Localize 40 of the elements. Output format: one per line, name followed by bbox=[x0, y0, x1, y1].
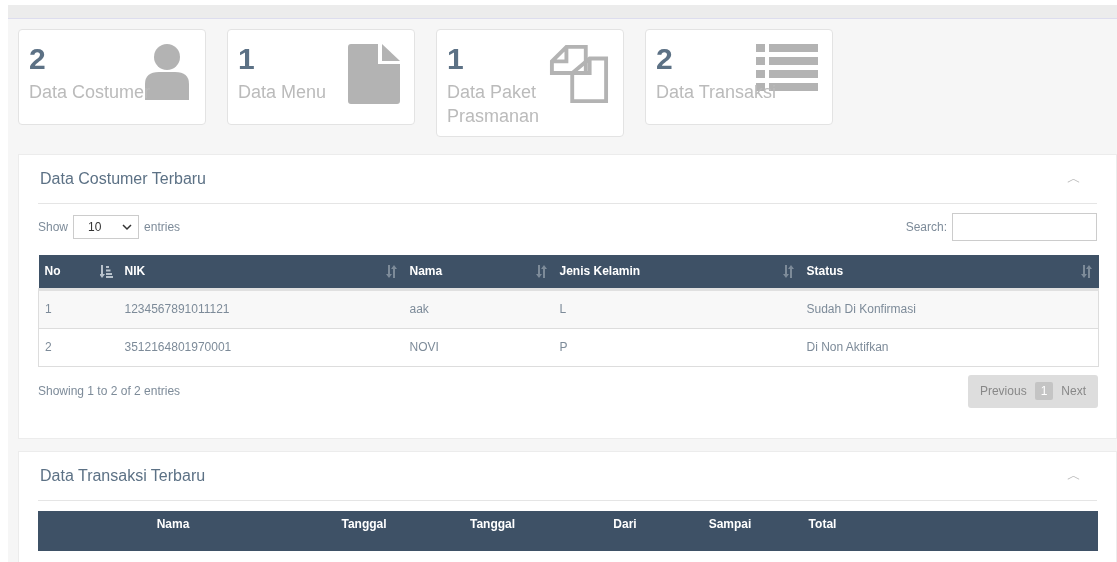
copy-icon bbox=[549, 44, 609, 104]
table-cell: 1 bbox=[38, 289, 119, 328]
table-cell: Sudah Di Konfirmasi bbox=[800, 289, 1099, 328]
chevron-down-icon bbox=[122, 223, 133, 231]
table-cell: 2 bbox=[38, 328, 119, 366]
search-label: Search: bbox=[905, 220, 947, 234]
column-header[interactable]: Tanggal bbox=[420, 517, 565, 533]
column-header[interactable]: No bbox=[38, 255, 119, 289]
table-cell: 3512164801970001 bbox=[118, 328, 404, 366]
column-header[interactable]: Status bbox=[800, 255, 1099, 289]
column-header[interactable]: Jenis Kelamin bbox=[553, 255, 801, 289]
stat-count: 1 bbox=[447, 42, 464, 76]
search-field[interactable] bbox=[952, 213, 1097, 241]
table-info: Showing 1 to 2 of 2 entries bbox=[38, 384, 181, 398]
stat-count: 2 bbox=[656, 42, 673, 76]
entries-select[interactable]: 10 bbox=[73, 215, 140, 239]
column-header[interactable]: NIK bbox=[118, 255, 404, 289]
stat-card[interactable]: 1 Data Paket Prasmanan bbox=[436, 29, 624, 137]
file-icon bbox=[348, 44, 400, 104]
column-header[interactable]: Tanggal bbox=[308, 517, 420, 533]
show-label: Show bbox=[38, 220, 69, 234]
stat-count: 2 bbox=[29, 42, 46, 76]
stat-label: Data Paket Prasmanan bbox=[447, 81, 541, 128]
table-cell: L bbox=[553, 289, 801, 328]
column-header[interactable]: Total bbox=[775, 517, 870, 533]
column-header[interactable]: Sampai bbox=[685, 517, 775, 533]
stat-label: Data Menu bbox=[238, 81, 328, 104]
table-cell: 1234567891011121 bbox=[118, 289, 404, 328]
column-header[interactable]: Dari bbox=[565, 517, 685, 533]
stat-count: 1 bbox=[238, 42, 255, 76]
column-header[interactable]: Nama bbox=[403, 255, 554, 289]
panel-title: Data Costumer Terbaru bbox=[40, 170, 206, 188]
table-cell: NOVI bbox=[403, 328, 554, 366]
table-cell: P bbox=[553, 328, 801, 366]
entries-label: entries bbox=[144, 220, 181, 234]
column-header[interactable]: Nama bbox=[38, 517, 308, 533]
table-cell: aak bbox=[403, 289, 554, 328]
panel-title: Data Transaksi Terbaru bbox=[40, 467, 206, 485]
stat-card[interactable]: 1 Data Menu bbox=[227, 29, 415, 125]
table-cell: Di Non Aktifkan bbox=[800, 328, 1099, 366]
